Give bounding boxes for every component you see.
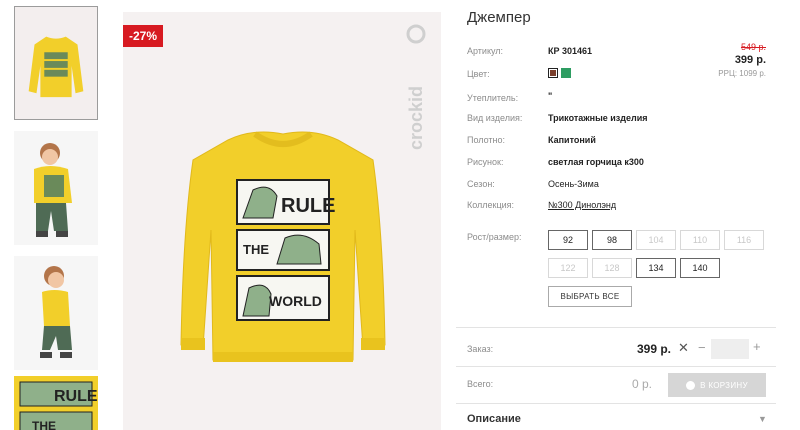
article-value: КР 301461 [548, 46, 593, 56]
print-the-text: THE [243, 242, 269, 257]
size-option[interactable]: 134 [636, 258, 676, 278]
description-toggle[interactable]: Описание [467, 413, 521, 425]
main-product-image[interactable]: -27% crockid RULE THE WORLD [123, 12, 441, 430]
brand-logo: crockid [406, 24, 426, 150]
rrp-price: РРЦ: 1099 р. [718, 69, 766, 78]
quantity-input[interactable] [711, 339, 749, 359]
product-title: Джемпер [467, 9, 531, 26]
size-option: 110 [680, 230, 720, 250]
order-price: 399 р. [637, 342, 672, 356]
print-closeup-the-text: THE [32, 419, 56, 430]
size-option: 104 [636, 230, 676, 250]
color-swatch-green[interactable] [561, 68, 571, 78]
sizes-label: Рост/размер: [467, 232, 522, 242]
add-to-cart-button[interactable]: В КОРЗИНУ [668, 373, 766, 397]
remove-icon[interactable]: ✕ [678, 340, 689, 356]
thumbnail-print-closeup[interactable]: RULE THE [14, 376, 98, 430]
collection-link[interactable]: №300 Динолэнд [548, 200, 616, 210]
size-option: 122 [548, 258, 588, 278]
size-option: 116 [724, 230, 764, 250]
thumbnail-kid-side[interactable] [14, 256, 98, 370]
print-closeup-image: RULE THE [14, 376, 98, 430]
print-rule-text: RULE [281, 195, 335, 217]
size-option: 128 [592, 258, 632, 278]
pattern-label: Рисунок: [467, 157, 504, 167]
cart-icon [686, 380, 696, 390]
discount-badge: -27% [123, 25, 164, 47]
color-swatch-brown[interactable] [548, 68, 558, 78]
fabric-label: Полотно: [467, 135, 506, 145]
add-to-cart-label: В КОРЗИНУ [700, 380, 748, 390]
divider [456, 327, 776, 328]
divider [456, 366, 776, 367]
color-label: Цвет: [467, 69, 490, 79]
kid-front-image [14, 131, 98, 245]
print-closeup-rule-text: RULE [54, 388, 98, 405]
kid-side-image [14, 256, 98, 370]
insulation-value: " [548, 91, 553, 101]
sweater-image: RULE THE WORLD [180, 131, 386, 362]
size-option[interactable]: 140 [680, 258, 720, 278]
insulation-label: Утеплитель: [467, 93, 519, 103]
print-world-text: WORLD [269, 293, 322, 309]
total-value: 0 р. [632, 377, 653, 391]
article-label: Артикул: [467, 46, 504, 56]
sweater-thumb-image [15, 7, 97, 119]
brand-logo-text: crockid [406, 86, 426, 150]
divider [456, 403, 776, 404]
select-all-button[interactable]: ВЫБРАТЬ ВСЕ [548, 286, 632, 307]
item-type-label: Вид изделия: [467, 113, 523, 123]
item-type-value: Трикотажные изделия [548, 113, 648, 123]
size-option[interactable]: 98 [592, 230, 632, 250]
order-label: Заказ: [467, 344, 494, 354]
old-price: 549 р. [740, 42, 766, 52]
thumbnail-sweater[interactable] [14, 6, 98, 120]
pattern-value: светлая горчица к300 [548, 157, 644, 167]
collection-label: Коллекция: [467, 200, 515, 210]
chevron-down-icon[interactable]: ▼ [758, 414, 767, 424]
current-price: 399 р. [734, 54, 766, 66]
fabric-value: Капитоний [548, 135, 596, 145]
quantity-minus-button[interactable]: − [698, 340, 706, 355]
season-value: Осень-Зима [548, 179, 599, 189]
size-option[interactable]: 92 [548, 230, 588, 250]
thumbnail-kid-front[interactable] [14, 131, 98, 245]
season-label: Сезон: [467, 179, 495, 189]
total-label: Всего: [467, 379, 494, 389]
quantity-plus-button[interactable]: + [753, 339, 761, 354]
